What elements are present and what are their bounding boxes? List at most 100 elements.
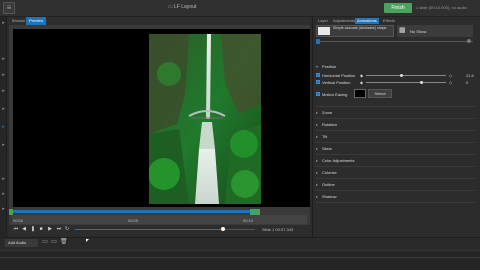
tool-icon[interactable]: ▸ [1,143,6,148]
horizontal-position-label: Horizontal Position [322,73,356,78]
section-label: Zoom [322,110,333,115]
tool-icon[interactable]: ▸ [1,177,6,182]
finish-button[interactable]: Finish [384,3,412,13]
screen-icon[interactable]: ▭ [51,239,57,246]
vertical-position-checkbox[interactable] [316,80,320,84]
play-icon[interactable]: ▶ [47,226,53,232]
section-label: Rotation [322,122,337,127]
tool-icon[interactable]: ▸ [1,192,6,197]
skew-section-header[interactable]: ▸ Skew [316,146,332,151]
keyframe-icon[interactable]: ◆ [360,80,363,85]
vertical-position-label: Vertical Position [322,80,351,85]
chevron-right-icon: ▸ [316,170,319,175]
section-label: Shadow [322,194,337,199]
layout-icon: ▭ [168,4,173,10]
rotation-section-header[interactable]: ▸ Rotation [316,122,337,127]
easing-preview-swatch[interactable] [354,89,366,98]
slide-time: Slide 1 00:07.343 [262,227,294,232]
motion-easing-label: Motion Easing [322,92,348,97]
tab-animations[interactable]: Animations [355,18,379,24]
stepper-icon[interactable]: ◇ [449,80,452,85]
divider [316,166,476,167]
step-back-icon[interactable]: ◀ [21,226,27,232]
chevron-right-icon: ▸ [316,110,319,115]
divider [316,190,476,191]
timeline-tick: 00:00 [13,218,24,223]
pause-icon[interactable]: ❚ [30,226,36,232]
section-label: Colorize [322,170,337,175]
layout-icon[interactable]: ▭ [42,239,48,246]
keyframe-icon[interactable]: ◆ [360,73,363,78]
tool-icon[interactable]: ▸ [1,57,6,62]
audio-track[interactable] [0,250,480,270]
delete-icon[interactable]: 🗑 [60,239,68,246]
tool-icon[interactable]: ▸ [1,73,6,78]
tool-icon[interactable]: ▸ [1,89,6,94]
playback-knob[interactable] [221,227,225,231]
color-adjustments-section-header[interactable]: ▸ Color Adjustments [316,158,354,163]
easing-select-button[interactable]: Select [368,89,392,98]
timeline-ruler [12,215,307,224]
slide-info: 1 slide (00:10.000), no audio [416,5,467,10]
vertical-position-slider[interactable] [366,82,446,83]
tab-adjustments[interactable]: Adjustments [331,18,357,24]
tab-preview[interactable]: Preview [26,17,47,25]
position-section-title: Position [322,64,337,69]
colorize-section-header[interactable]: ▸ Colorize [316,170,337,175]
outline-section-header[interactable]: ▸ Outline [316,182,335,187]
horizontal-position-checkbox[interactable] [316,73,320,77]
position-section-header[interactable]: ▾ Position [316,64,336,69]
horizontal-position-slider[interactable] [366,75,446,76]
divider [316,130,476,131]
vertical-position-value[interactable]: 0 [466,80,468,85]
zoom-section-header[interactable]: ▸ Zoom [316,110,332,115]
animation-timeline-knob[interactable] [316,39,320,44]
app-menu-icon[interactable]: ≡ [3,2,15,14]
tab-layer[interactable]: Layer [316,18,330,24]
preview-tabs: Browse Preview [7,17,310,25]
section-label: Color Adjustments [322,158,355,163]
chevron-right-icon: ▸ [316,158,319,163]
section-label: Skew [322,146,332,151]
chevron-right-icon: ▸ [316,146,319,151]
waterfall-photo [149,34,261,204]
waterfall-image[interactable] [149,34,261,204]
tab-effects[interactable]: Effects [381,18,397,24]
layer-tool-icon[interactable]: ▸ [1,21,6,26]
motion-easing-checkbox[interactable] [316,92,320,96]
horizontal-position-value[interactable]: 21.6 [466,73,474,78]
skip-forward-icon[interactable]: ⏭ [56,226,62,232]
chevron-down-icon: ▾ [316,64,319,69]
audio-track-divider [0,257,480,258]
animation-thumbnail [318,27,330,35]
tool-icon[interactable]: ▸ [1,107,6,112]
no-show-label: No Show [410,29,427,34]
keyframe-dot[interactable] [467,39,471,43]
section-label: Outline [322,182,335,187]
tool-icon[interactable]: ▸ [1,125,6,130]
tool-icon[interactable]: ▸ [1,207,6,212]
chevron-right-icon: ▸ [316,182,319,187]
vertical-position-knob[interactable] [420,81,423,84]
stepper-icon[interactable]: ◇ [449,73,452,78]
shadow-section-header[interactable]: ▸ Shadow [316,194,336,199]
timeline-tick: 00:05 [128,218,139,223]
top-ruler [9,25,310,29]
tilt-section-header[interactable]: ▸ Tilt [316,134,327,139]
no-show-option[interactable] [397,25,473,37]
bottom-bar [0,237,480,249]
loop-icon[interactable]: ↻ [64,226,70,232]
divider [316,154,476,155]
stop-icon[interactable]: ■ [38,226,44,232]
add-audio-button[interactable]: Add Audio [5,239,38,247]
horizontal-position-knob[interactable] [400,74,403,77]
animation-timeline-slider[interactable] [316,41,473,42]
left-tool-strip: ▸ ▸ ▸ ▸ ▸ ▸ ▸ ▸ ▸ ▸ [0,17,7,242]
properties-panel [312,17,480,237]
skip-back-icon[interactable]: ⏮ [13,226,19,232]
timeline-slide-bar[interactable] [12,210,260,213]
chevron-right-icon: ▸ [316,134,319,139]
divider [316,106,476,107]
divider [316,142,476,143]
motion-easing-row: Motion Easing [316,92,356,98]
